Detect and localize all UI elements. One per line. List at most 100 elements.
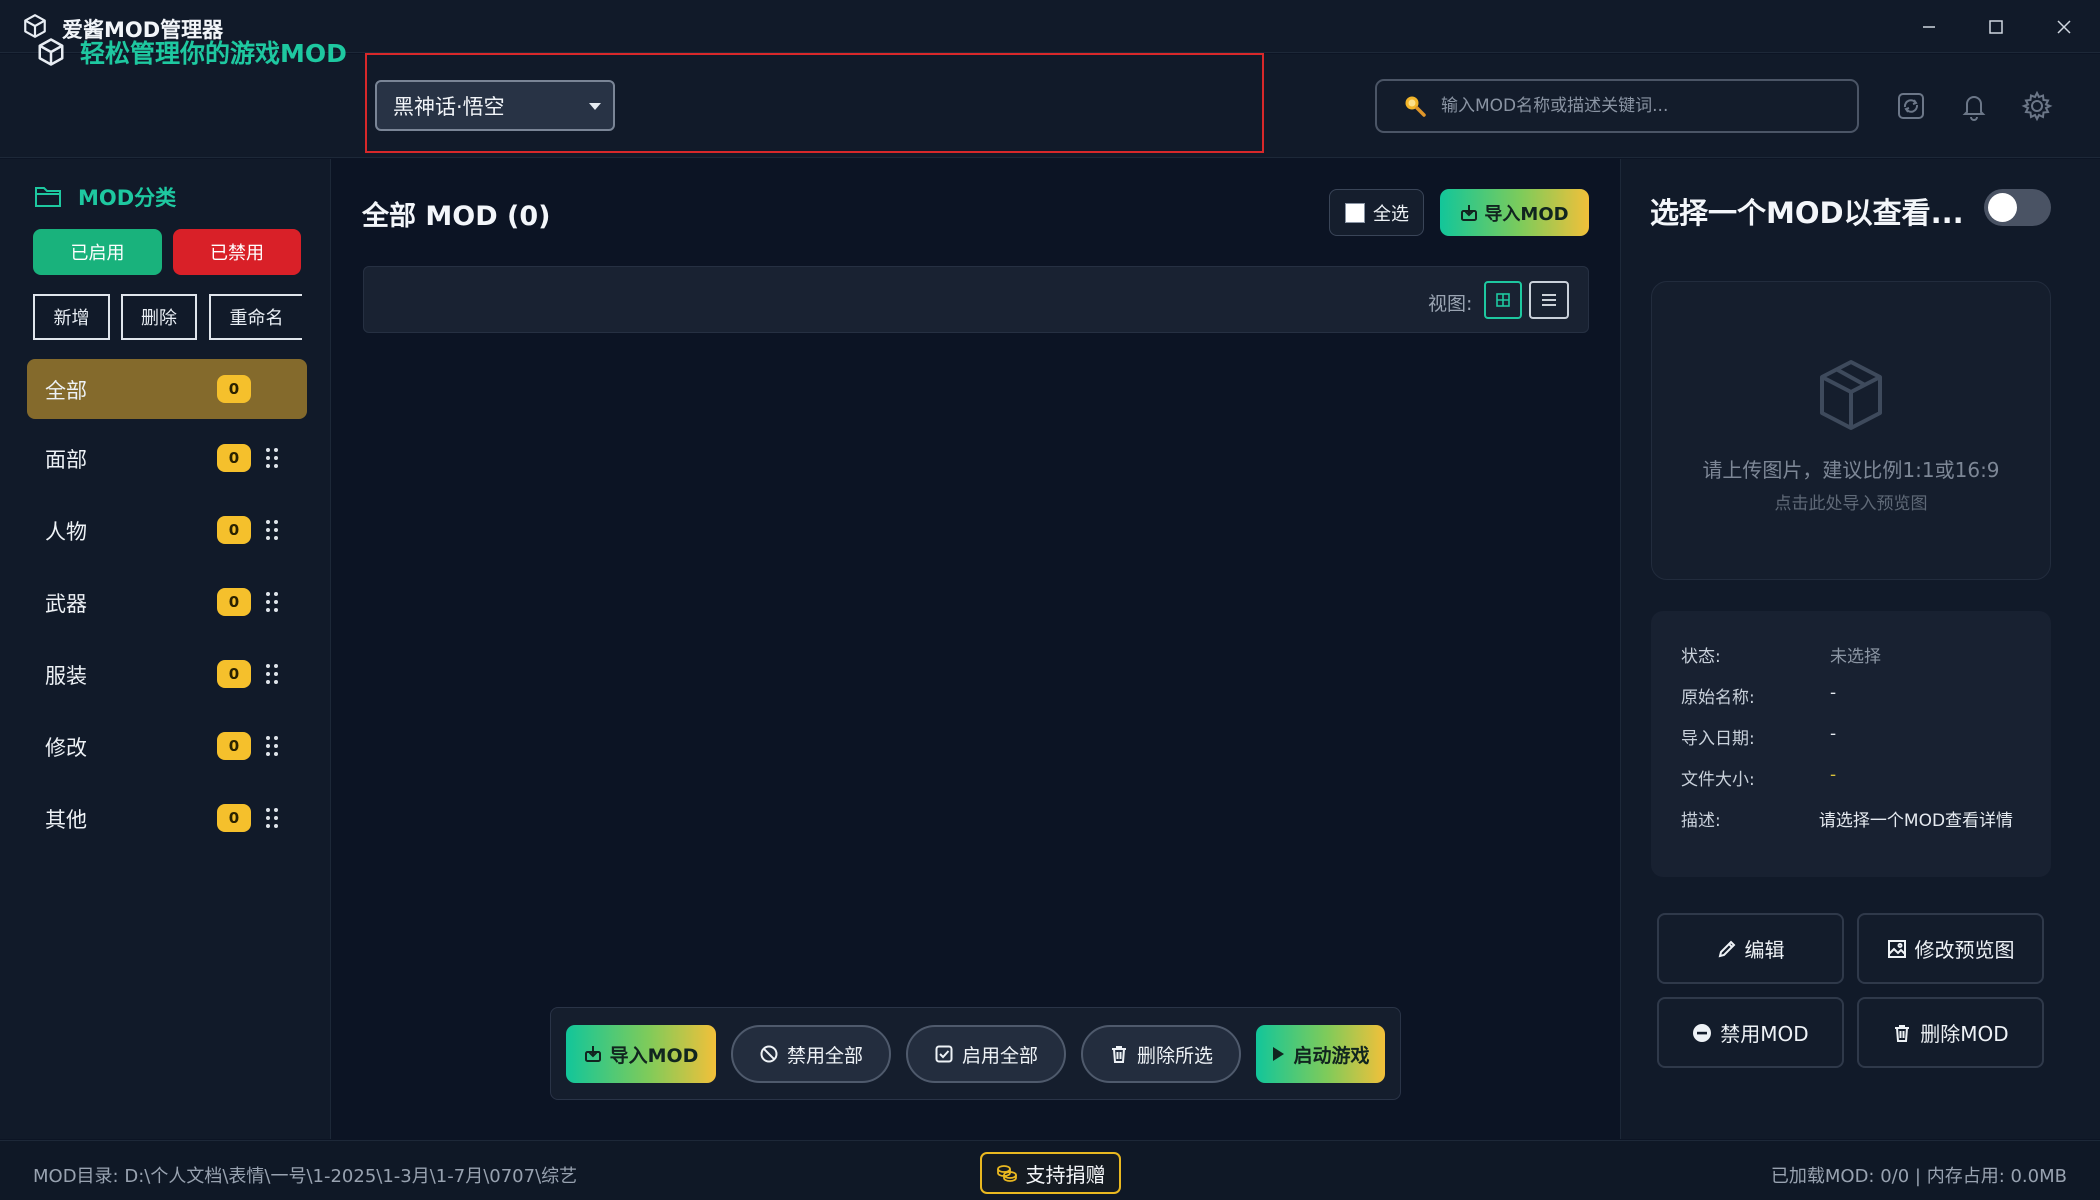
category-label: 修改 (45, 736, 87, 760)
close-button[interactable] (2031, 0, 2097, 53)
rename-category-button[interactable]: 重命名 (209, 294, 302, 340)
category-item-face[interactable]: 面部 0 (27, 428, 307, 488)
category-item-modify[interactable]: 修改 0 (27, 716, 307, 776)
disable-all-label: 禁用全部 (786, 1044, 863, 1067)
category-item-weapon[interactable]: 武器 0 (27, 572, 307, 632)
delete-selected-label: 删除所选 (1136, 1044, 1213, 1067)
import-mod-label: 导入MOD (1484, 203, 1569, 225)
cube-icon (38, 38, 64, 66)
category-label: 全部 (45, 379, 87, 403)
category-count-badge: 0 (217, 444, 251, 472)
disable-mod-label: 禁用MOD (1720, 1022, 1809, 1046)
edit-button[interactable]: 编辑 (1657, 913, 1844, 984)
drag-handle-icon[interactable] (265, 517, 279, 543)
search-input[interactable] (1441, 81, 1841, 131)
toolbar-import-label: 导入MOD (609, 1044, 699, 1067)
list-view-button[interactable] (1529, 281, 1569, 319)
donate-label: 支持捐赠 (1025, 1162, 1106, 1187)
mod-directory-path: MOD目录: D:\个人文档\表情\一号\1-2025\1-3月\1-7月\07… (33, 1166, 578, 1187)
import-date-value: - (1830, 724, 1837, 744)
file-size-value: - (1830, 765, 1837, 785)
delete-selected-button[interactable]: 删除所选 (1081, 1025, 1241, 1083)
description-value: 请选择一个MOD查看详情 (1818, 811, 2014, 831)
donate-button[interactable]: 支持捐赠 (980, 1152, 1121, 1194)
image-icon (1887, 939, 1906, 958)
refresh-icon[interactable] (1895, 90, 1927, 122)
category-label: 其他 (45, 808, 87, 832)
list-icon (1542, 294, 1556, 306)
minus-circle-icon (1693, 1023, 1712, 1042)
original-name-value: - (1830, 683, 1837, 703)
load-status: 已加载MOD: 0/0 | 内存占用: 0.0MB (1770, 1166, 2067, 1187)
category-label: 面部 (45, 448, 87, 472)
brand-slogan: 轻松管理你的游戏MOD (80, 39, 347, 68)
grid-view-button[interactable] (1484, 281, 1522, 319)
original-name-label: 原始名称: (1681, 688, 1755, 708)
import-mod-button[interactable]: 导入MOD (1440, 189, 1589, 236)
add-category-button[interactable]: 新增 (33, 294, 110, 340)
drag-handle-icon[interactable] (265, 661, 279, 687)
detail-toggle-switch[interactable] (1984, 189, 2051, 226)
enable-all-button[interactable]: 启用全部 (906, 1025, 1066, 1083)
drag-handle-icon[interactable] (265, 589, 279, 615)
package-icon (1820, 360, 1882, 430)
enable-all-label: 启用全部 (961, 1044, 1038, 1067)
ban-icon (760, 1045, 778, 1063)
status-label: 状态: (1681, 647, 1721, 667)
category-label: 人物 (45, 520, 87, 544)
import-icon (1461, 204, 1478, 221)
view-label: 视图: (1428, 293, 1473, 315)
filter-enabled-button[interactable]: 已启用 (33, 229, 162, 275)
launch-game-label: 启动游戏 (1293, 1044, 1370, 1067)
category-count-badge: 0 (217, 516, 251, 544)
delete-mod-button[interactable]: 删除MOD (1857, 997, 2044, 1068)
drag-handle-icon[interactable] (265, 445, 279, 471)
category-item-other[interactable]: 其他 0 (27, 788, 307, 848)
page-title: 全部 MOD (0) (362, 201, 551, 232)
trash-icon (1111, 1046, 1126, 1063)
status-value: 未选择 (1830, 647, 1881, 667)
coins-icon (996, 1165, 1017, 1182)
disable-mod-button[interactable]: 禁用MOD (1657, 997, 1844, 1068)
maximize-icon (1989, 19, 2003, 34)
category-count-badge: 0 (217, 660, 251, 688)
category-item-outfit[interactable]: 服装 0 (27, 644, 307, 704)
category-count-badge: 0 (217, 732, 251, 760)
select-all-label: 全选 (1373, 203, 1409, 225)
launch-game-button[interactable]: 启动游戏 (1256, 1025, 1385, 1083)
category-title: MOD分类 (78, 186, 177, 210)
detail-title: 选择一个MOD以查看... (1650, 196, 1964, 230)
play-icon (1273, 1047, 1285, 1061)
minimize-button[interactable] (1896, 0, 1962, 53)
drag-handle-icon[interactable] (265, 733, 279, 759)
edit-preview-button[interactable]: 修改预览图 (1857, 913, 2044, 984)
checkbox-checked-icon (935, 1045, 953, 1063)
gear-icon[interactable] (2021, 90, 2053, 122)
preview-import-link[interactable]: 点击此处导入预览图 (1651, 489, 2051, 514)
preview-hint: 请上传图片，建议比例1:1或16:9 (1702, 458, 2000, 482)
bell-icon[interactable] (1958, 90, 1990, 122)
checkbox-icon (1345, 202, 1365, 223)
edit-preview-label: 修改预览图 (1914, 938, 2015, 962)
import-icon (584, 1046, 601, 1062)
minimize-icon (1923, 25, 1935, 28)
chevron-down-icon (589, 103, 601, 110)
game-select[interactable]: 黑神话·悟空 (375, 80, 615, 131)
category-item-character[interactable]: 人物 0 (27, 500, 307, 560)
search-box[interactable] (1375, 79, 1859, 133)
category-count-badge: 0 (217, 804, 251, 832)
category-item-all[interactable]: 全部 0 (27, 359, 307, 419)
file-size-label: 文件大小: (1681, 770, 1755, 790)
filter-disabled-button[interactable]: 已禁用 (173, 229, 301, 275)
drag-handle-icon[interactable] (265, 805, 279, 831)
import-date-label: 导入日期: (1681, 729, 1755, 749)
maximize-button[interactable] (1963, 0, 2029, 53)
delete-category-button[interactable]: 删除 (121, 294, 197, 340)
select-all-checkbox[interactable]: 全选 (1329, 189, 1424, 236)
disable-all-button[interactable]: 禁用全部 (731, 1025, 891, 1083)
category-label: 武器 (45, 592, 87, 616)
game-select-value: 黑神话·悟空 (393, 94, 505, 119)
toolbar-import-button[interactable]: 导入MOD (566, 1025, 716, 1083)
delete-mod-label: 删除MOD (1920, 1022, 2009, 1046)
folder-icon (35, 187, 61, 207)
